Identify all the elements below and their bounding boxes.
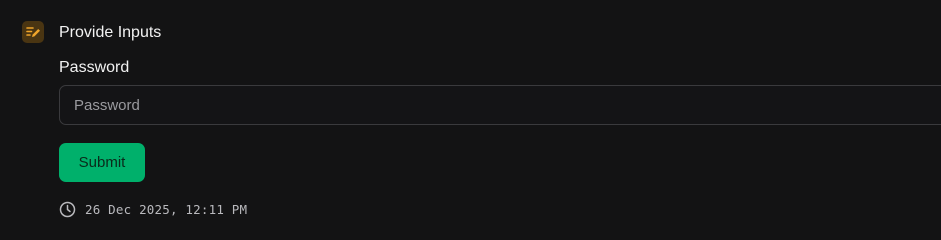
password-input[interactable] bbox=[59, 85, 941, 125]
edit-form-icon bbox=[26, 27, 40, 37]
password-label: Password bbox=[59, 59, 130, 76]
timestamp-text: 26 Dec 2025, 12:11 PM bbox=[85, 201, 248, 217]
submit-button[interactable]: Submit bbox=[59, 143, 145, 182]
form-header-icon-badge bbox=[22, 21, 44, 43]
form-title: Provide Inputs bbox=[59, 24, 162, 41]
timestamp-row: 26 Dec 2025, 12:11 PM bbox=[59, 200, 247, 218]
clock-icon bbox=[59, 201, 76, 218]
